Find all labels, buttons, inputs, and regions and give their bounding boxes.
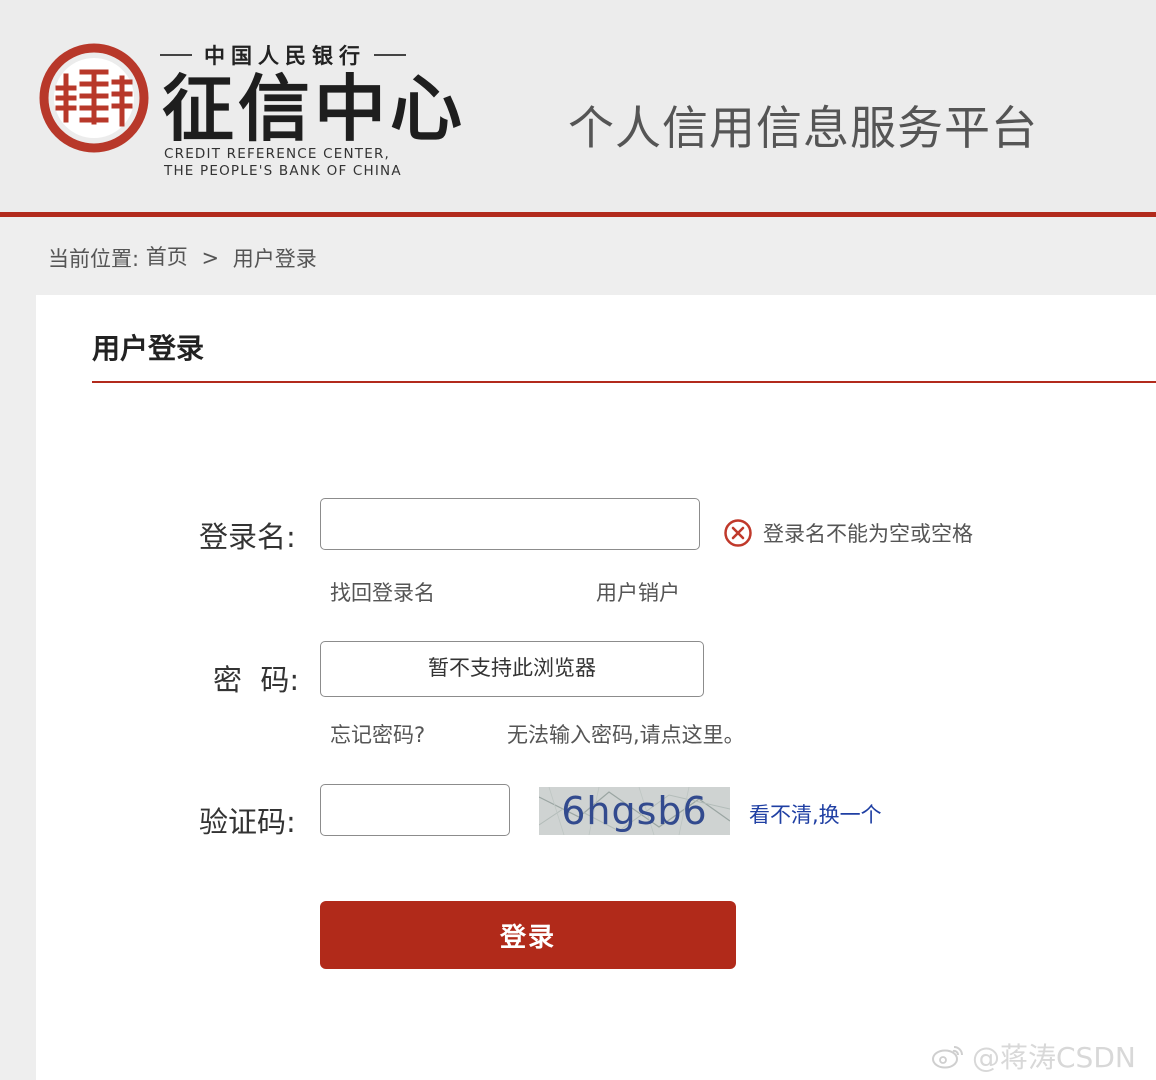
cancel-account-link[interactable]: 用户销户 <box>596 577 680 607</box>
captcha-input[interactable] <box>320 784 510 836</box>
login-title: 用户登录 <box>92 332 205 365</box>
site-header: 中国人民银行 征信中心 CREDIT REFERENCE CENTER, THE… <box>0 0 1156 212</box>
login-title-divider <box>92 381 1156 383</box>
find-username-link[interactable]: 找回登录名 <box>330 577 435 607</box>
logo-english-line-1: CREDIT REFERENCE CENTER, <box>164 146 391 162</box>
cannot-input-password-link[interactable]: 无法输入密码,请点这里。 <box>507 719 745 749</box>
password-label: 密 码: <box>213 663 300 697</box>
username-input[interactable] <box>320 498 700 550</box>
logo-left-rule <box>160 54 192 56</box>
watermark: @蒋涛CSDN <box>930 1036 1136 1076</box>
breadcrumb-label: 当前位置: <box>48 247 140 271</box>
password-field[interactable]: 暂不支持此浏览器 <box>320 641 704 697</box>
breadcrumb-separator: > <box>201 246 220 270</box>
breadcrumb-current: 用户登录 <box>232 247 317 271</box>
username-error-text: 登录名不能为空或空格 <box>763 522 973 546</box>
logo-main-text: 征信中心 <box>162 66 467 151</box>
captcha-text: 6hgsb6 <box>561 789 708 833</box>
credit-center-seal-icon <box>39 43 149 153</box>
username-error: 登录名不能为空或空格 <box>723 518 973 548</box>
watermark-text: @蒋涛CSDN <box>972 1041 1136 1074</box>
breadcrumb: 当前位置: 首页 > 用户登录 <box>48 241 317 273</box>
refresh-captcha-link[interactable]: 看不清,换一个 <box>749 799 882 829</box>
platform-title: 个人信用信息服务平台 <box>568 101 1038 155</box>
captcha-label: 验证码: <box>199 805 296 839</box>
logo-english-line-2: THE PEOPLE'S BANK OF CHINA <box>164 163 402 179</box>
username-label: 登录名: <box>199 520 296 554</box>
login-button[interactable]: 登录 <box>320 901 736 969</box>
breadcrumb-home-link[interactable]: 首页 <box>146 245 188 269</box>
logo-right-rule <box>374 54 406 56</box>
forgot-password-link[interactable]: 忘记密码? <box>330 719 425 749</box>
error-icon <box>724 519 752 547</box>
captcha-image[interactable]: 6hgsb6 <box>539 787 730 835</box>
header-divider <box>0 212 1156 217</box>
weibo-icon <box>932 1046 963 1069</box>
login-panel: 用户登录 登录名: 登录名不能为空或空格 找回登录名 用户销户 密 码: 暂不支… <box>36 295 1156 1080</box>
